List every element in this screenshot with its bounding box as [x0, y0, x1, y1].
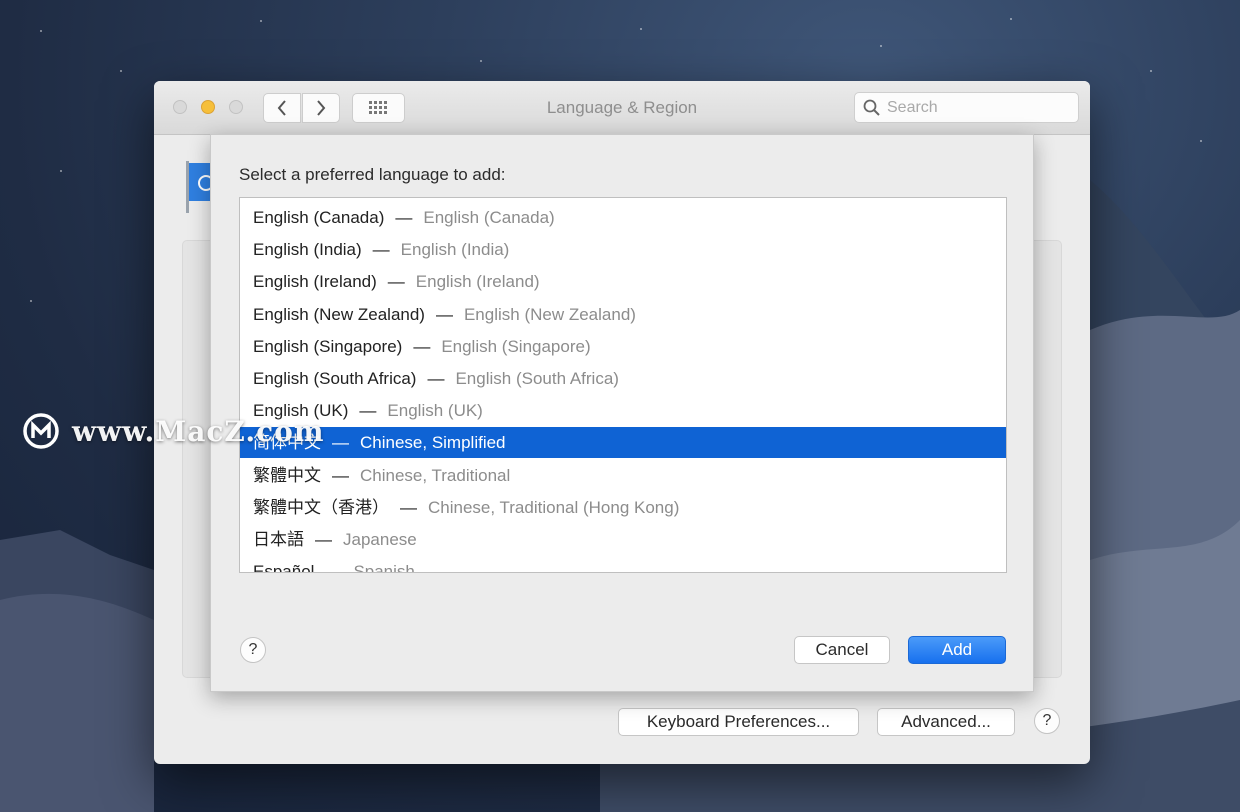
language-row[interactable]: 繁體中文 — Chinese, Traditional [240, 460, 1006, 491]
search-field[interactable]: Search [854, 92, 1079, 123]
cancel-button[interactable]: Cancel [794, 636, 890, 664]
language-english-name: English (Singapore) [441, 336, 591, 356]
language-separator: — [435, 304, 453, 324]
language-english-name: Chinese, Simplified [360, 433, 506, 453]
language-separator: — [325, 562, 343, 573]
title-bar: Language & Region Search [154, 81, 1090, 135]
language-separator: — [400, 497, 417, 517]
macz-logo-icon [23, 413, 59, 449]
language-row[interactable]: English (New Zealand) — English (New Zeala… [240, 299, 1006, 330]
language-native-name: 繁體中文 [253, 465, 321, 485]
language-english-name: English (Ireland) [415, 272, 540, 292]
language-list[interactable]: English (Canada) — English (Canada) English… [239, 197, 1007, 573]
language-row[interactable]: English (Canada) — English (Canada) [240, 202, 1006, 233]
language-separator: — [387, 272, 405, 292]
watermark: www.MacZ.com [22, 412, 324, 450]
window-help-button[interactable]: ? [1034, 708, 1060, 734]
watermark-text: www.MacZ.com [72, 414, 325, 448]
language-english-name: English (South Africa) [455, 369, 619, 388]
language-row[interactable]: 简体中文 — Chinese, Simplified [240, 427, 1006, 459]
language-row[interactable]: English (Singapore) — English (Singapore) [240, 331, 1006, 362]
language-separator: — [413, 336, 431, 356]
language-separator: — [372, 240, 390, 260]
language-row[interactable]: English (South Africa) — English (South Af… [240, 363, 1006, 394]
language-english-name: Japanese [343, 530, 417, 549]
language-separator: — [359, 401, 377, 421]
language-row[interactable]: Español — Spanish [240, 556, 1006, 573]
language-english-name: English (India) [400, 240, 510, 260]
language-native-name: Español [253, 562, 315, 573]
language-separator: — [427, 369, 445, 388]
search-icon [863, 99, 880, 116]
language-native-name: English (Singapore) [253, 336, 403, 356]
language-native-name: 繁體中文（香港） [253, 497, 389, 517]
language-english-name: Chinese, Traditional (Hong Kong) [428, 497, 680, 517]
language-native-name: English (New Zealand) [253, 304, 425, 324]
keyboard-preferences-button[interactable]: Keyboard Preferences... [618, 708, 859, 736]
language-row[interactable]: 日本語 — Japanese [240, 524, 1006, 555]
language-english-name: English (Canada) [423, 208, 555, 227]
search-placeholder: Search [887, 99, 938, 116]
add-language-sheet: Select a preferred language to add: Engl… [210, 134, 1034, 692]
language-separator: — [315, 530, 332, 549]
language-native-name: English (India) [253, 240, 362, 260]
language-separator: — [332, 433, 349, 453]
sheet-prompt: Select a preferred language to add: [239, 165, 506, 184]
language-region-flag-icon [186, 161, 210, 213]
language-english-name: English (UK) [387, 401, 483, 421]
language-row[interactable]: English (Ireland) — English (Ireland) [240, 266, 1006, 297]
sheet-help-button[interactable]: ? [240, 637, 266, 663]
language-native-name: 日本語 [253, 530, 304, 549]
advanced-button[interactable]: Advanced... [877, 708, 1015, 736]
language-english-name: Chinese, Traditional [360, 465, 511, 485]
add-button[interactable]: Add [908, 636, 1006, 664]
language-row[interactable]: English (India) — English (India) [240, 234, 1006, 265]
language-english-name: English (New Zealand) [463, 304, 636, 324]
language-separator: — [395, 208, 413, 227]
language-row[interactable]: 繁體中文（香港） — Chinese, Traditional (Hong Kong… [240, 492, 1006, 523]
language-native-name: English (South Africa) [253, 369, 417, 388]
language-english-name: Spanish [353, 562, 415, 573]
language-separator: — [332, 465, 349, 485]
language-row[interactable]: English (UK) — English (UK) [240, 395, 1006, 426]
language-native-name: English (Ireland) [253, 272, 377, 292]
language-native-name: English (Canada) [253, 208, 385, 227]
